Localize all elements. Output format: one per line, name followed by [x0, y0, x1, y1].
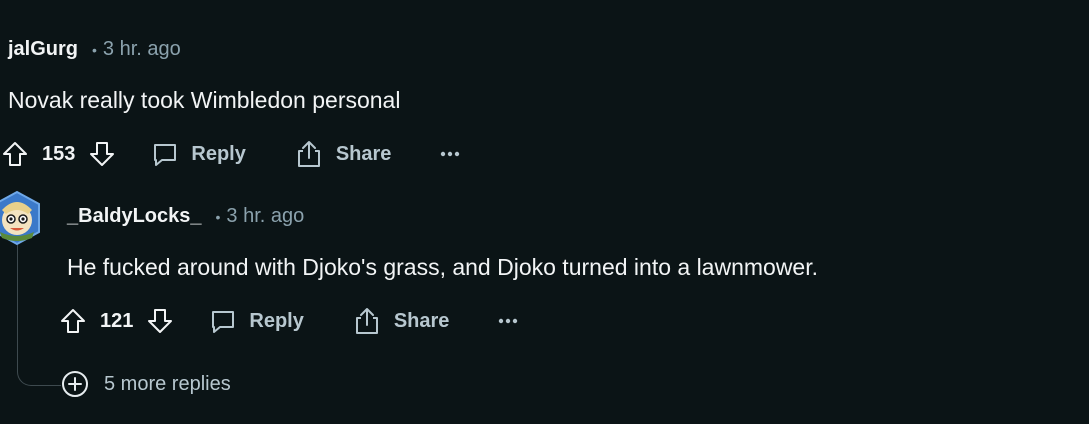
thread-connector: [17, 356, 61, 386]
comment-icon: [154, 144, 177, 166]
downvote-icon: [90, 142, 115, 166]
expand-plus-icon: [62, 371, 88, 397]
comment-author[interactable]: jalGurg: [8, 38, 78, 61]
thread-line[interactable]: [17, 245, 18, 365]
comment-score: 153: [42, 142, 76, 165]
more-replies-label: 5 more replies: [104, 372, 231, 395]
upvote-icon: [3, 142, 27, 166]
upvote-button[interactable]: [58, 306, 88, 336]
share-icon: [355, 308, 378, 334]
upvote-icon: [61, 309, 85, 333]
more-replies-button[interactable]: 5 more replies: [62, 371, 231, 397]
reply-author[interactable]: _BaldyLocks_: [67, 205, 202, 228]
reply-button[interactable]: Reply: [151, 140, 246, 168]
downvote-icon: [148, 309, 173, 333]
reply-label: Reply: [191, 142, 246, 165]
downvote-button[interactable]: [145, 306, 175, 336]
comment-actions: 153 Reply Share: [0, 136, 461, 172]
reply-time[interactable]: 3 hr. ago: [226, 205, 304, 228]
more-icon: [441, 151, 460, 157]
downvote-button[interactable]: [87, 139, 117, 169]
reply-body: He fucked around with Djoko's grass, and…: [67, 254, 819, 280]
avatar[interactable]: [0, 190, 42, 246]
comment-body: Novak really took Wimbledon personal: [8, 87, 401, 113]
reply-button[interactable]: Reply: [209, 307, 304, 335]
meta-separator: •: [215, 208, 221, 225]
share-button[interactable]: Share: [352, 306, 450, 336]
more-options-button[interactable]: [497, 316, 519, 326]
share-label: Share: [335, 142, 392, 165]
comment-thread: jalGurg • 3 hr. ago Novak really took Wi…: [0, 0, 1089, 424]
reply-actions: 121 Reply Share: [58, 303, 519, 339]
reply-meta: _BaldyLocks_ • 3 hr. ago: [67, 205, 304, 228]
share-icon: [297, 141, 320, 167]
avatar-image: [0, 190, 40, 246]
upvote-button[interactable]: [0, 139, 30, 169]
more-icon: [499, 318, 518, 324]
meta-separator: •: [92, 41, 97, 58]
reply-label: Reply: [249, 309, 304, 332]
share-label: Share: [393, 309, 450, 332]
share-button[interactable]: Share: [294, 139, 392, 169]
comment-meta: jalGurg • 3 hr. ago: [8, 38, 181, 61]
comment-icon: [212, 311, 235, 333]
comment-time[interactable]: 3 hr. ago: [103, 38, 181, 61]
more-options-button[interactable]: [439, 149, 461, 159]
reply-score: 121: [100, 309, 134, 332]
